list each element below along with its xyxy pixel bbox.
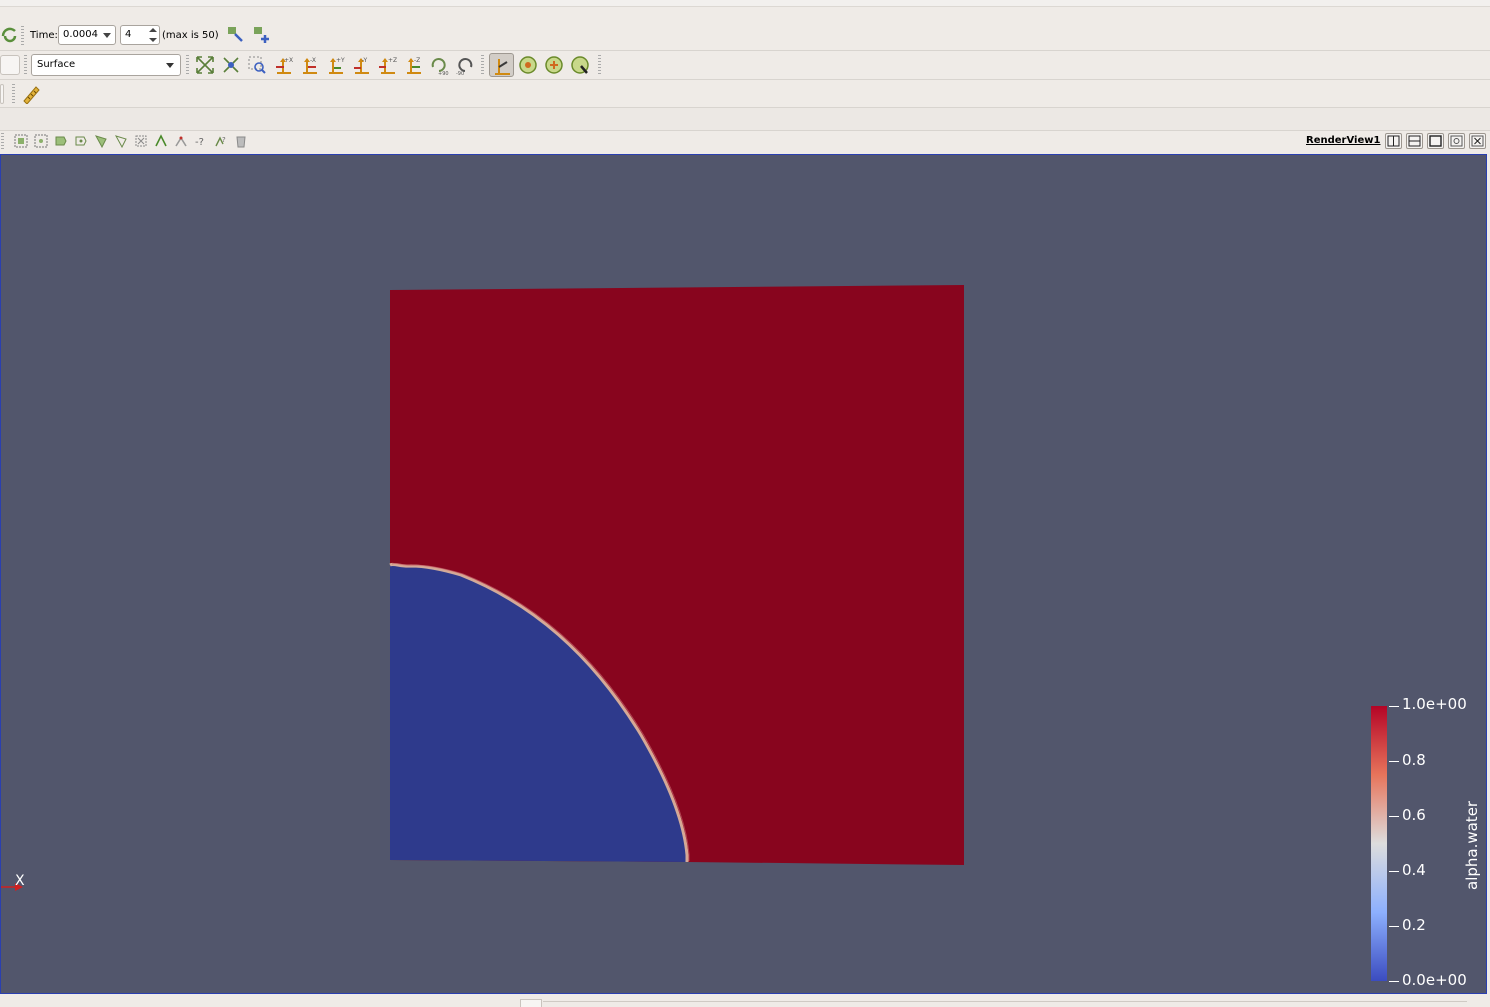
svg-text:+Z: +Z bbox=[388, 57, 397, 64]
scalar-tick bbox=[1389, 816, 1399, 817]
toolbar-grip[interactable] bbox=[12, 84, 15, 104]
select-cells-on-icon[interactable] bbox=[14, 134, 28, 148]
select-blocks-icon[interactable] bbox=[134, 134, 148, 148]
rotate-plus-90-icon[interactable]: +90 bbox=[429, 55, 449, 75]
close-view-button[interactable] bbox=[1469, 133, 1486, 149]
toolbar-grip[interactable] bbox=[24, 55, 27, 75]
scalar-bar-gradient bbox=[1371, 706, 1387, 981]
empty-toolbar-row bbox=[0, 108, 1490, 131]
scalar-tick bbox=[1389, 926, 1399, 927]
select-points-through-icon[interactable] bbox=[74, 134, 88, 148]
interaction-mode-icon bbox=[495, 59, 510, 75]
chevron-down-icon bbox=[166, 63, 174, 68]
max-timestep-label: (max is 50) bbox=[162, 30, 219, 41]
toolbar-grip[interactable] bbox=[598, 55, 601, 75]
spin-up-icon[interactable] bbox=[149, 28, 157, 32]
representation-combo[interactable]: Surface bbox=[31, 54, 181, 76]
scalar-bar-label: 0.4 bbox=[1402, 861, 1426, 879]
menubar-strip bbox=[0, 0, 1490, 7]
scalar-tick bbox=[1389, 871, 1399, 872]
scalar-bar-label: 0.2 bbox=[1402, 916, 1426, 934]
scalar-tick bbox=[1389, 981, 1399, 982]
svg-text:-Z: -Z bbox=[414, 57, 420, 64]
split-vertical-button[interactable] bbox=[1406, 133, 1423, 149]
select-cells-polygon-icon[interactable] bbox=[94, 134, 108, 148]
reset-camera-icon[interactable] bbox=[195, 55, 215, 75]
split-horizontal-icon bbox=[1387, 135, 1400, 147]
common-toolbar bbox=[0, 80, 1490, 108]
axes-x-label: X bbox=[15, 873, 25, 889]
svg-text:-?: -? bbox=[195, 137, 204, 148]
toolbar-grip[interactable] bbox=[1, 133, 4, 149]
capture-icon bbox=[1450, 135, 1463, 147]
svg-text:-X: -X bbox=[310, 57, 316, 64]
scalar-bar-label: 0.6 bbox=[1402, 806, 1426, 824]
svg-text:?: ? bbox=[222, 136, 226, 144]
status-divider bbox=[543, 1001, 1467, 1002]
maximize-button[interactable] bbox=[1427, 133, 1444, 149]
svg-text:+90: +90 bbox=[438, 71, 449, 75]
refresh-icon[interactable] bbox=[0, 26, 20, 46]
interactive-select-cells-icon[interactable] bbox=[154, 134, 168, 148]
toolbar-grip[interactable] bbox=[481, 55, 484, 75]
timestep-value: 4 bbox=[125, 29, 132, 40]
camera-toolbar: Surface +X -X +Y -Y +Z -Z +90 -90 bbox=[0, 51, 1490, 80]
status-bar bbox=[0, 995, 1490, 1007]
select-points-polygon-icon[interactable] bbox=[114, 134, 128, 148]
chevron-down-icon bbox=[103, 33, 111, 38]
hover-cells-icon[interactable]: -? bbox=[194, 134, 208, 148]
show-center-icon[interactable] bbox=[518, 55, 538, 75]
pick-center-icon[interactable] bbox=[570, 55, 590, 75]
scalar-bar-label: 0.8 bbox=[1402, 751, 1426, 769]
spin-down-icon[interactable] bbox=[149, 38, 157, 42]
svg-text:-Y: -Y bbox=[362, 57, 367, 64]
scalar-tick bbox=[1389, 761, 1399, 762]
time-combo[interactable]: 0.0004 bbox=[58, 25, 116, 45]
split-horizontal-button[interactable] bbox=[1385, 133, 1402, 149]
active-variable-combo[interactable] bbox=[0, 55, 20, 75]
scalar-bar-label: 1.0e+00 bbox=[1402, 695, 1467, 713]
hover-points-icon[interactable]: ? bbox=[214, 134, 228, 148]
maximize-icon bbox=[1429, 135, 1442, 147]
toolbar-edge bbox=[0, 84, 4, 104]
rotate-minus-90-icon[interactable]: -90 bbox=[455, 55, 475, 75]
split-vertical-icon bbox=[1408, 135, 1421, 147]
reset-center-icon[interactable] bbox=[544, 55, 564, 75]
timestep-spinbox[interactable]: 4 bbox=[120, 25, 160, 45]
render-view-title[interactable]: RenderView1 bbox=[1306, 135, 1380, 146]
toolbar-grip[interactable] bbox=[186, 55, 189, 75]
representation-value: Surface bbox=[37, 59, 76, 70]
animation-view-icon[interactable] bbox=[252, 25, 272, 45]
interactive-select-points-icon[interactable] bbox=[174, 134, 188, 148]
scalar-bar-label: 0.0e+00 bbox=[1402, 971, 1467, 989]
view-plus-x-icon[interactable]: +X bbox=[273, 55, 293, 75]
scalar-tick bbox=[1389, 706, 1399, 707]
zoom-to-box-icon[interactable] bbox=[247, 55, 267, 75]
clear-selection-icon[interactable] bbox=[234, 134, 248, 148]
view-minus-y-icon[interactable]: -Y bbox=[351, 55, 371, 75]
time-value: 0.0004 bbox=[63, 29, 98, 40]
time-toolbar: Time: 0.0004 4 (max is 50) bbox=[0, 22, 1490, 51]
ruler-icon[interactable] bbox=[21, 84, 41, 104]
view-minus-z-icon[interactable]: -Z bbox=[403, 55, 423, 75]
close-icon bbox=[1471, 135, 1484, 147]
capture-button[interactable] bbox=[1448, 133, 1465, 149]
time-inspector-icon[interactable] bbox=[226, 25, 246, 45]
select-points-on-icon[interactable] bbox=[34, 134, 48, 148]
time-label: Time: bbox=[30, 30, 58, 41]
render-canvas[interactable] bbox=[1, 155, 1487, 994]
toolbar-grip[interactable] bbox=[21, 26, 24, 46]
view-minus-x-icon[interactable]: -X bbox=[299, 55, 319, 75]
zoom-to-data-icon[interactable] bbox=[221, 55, 241, 75]
select-cells-through-icon[interactable] bbox=[54, 134, 68, 148]
scalar-bar-title: alpha.water bbox=[1463, 800, 1481, 890]
svg-text:+Y: +Y bbox=[336, 57, 345, 64]
svg-text:-90: -90 bbox=[456, 71, 464, 75]
interaction-mode-button[interactable] bbox=[489, 53, 514, 77]
render-view[interactable]: X 1.0e+00 0.8 0.6 0.4 0.2 0.0e+00 alpha.… bbox=[0, 154, 1487, 994]
svg-text:+X: +X bbox=[284, 57, 293, 64]
view-plus-z-icon[interactable]: +Z bbox=[377, 55, 397, 75]
view-plus-y-icon[interactable]: +Y bbox=[325, 55, 345, 75]
